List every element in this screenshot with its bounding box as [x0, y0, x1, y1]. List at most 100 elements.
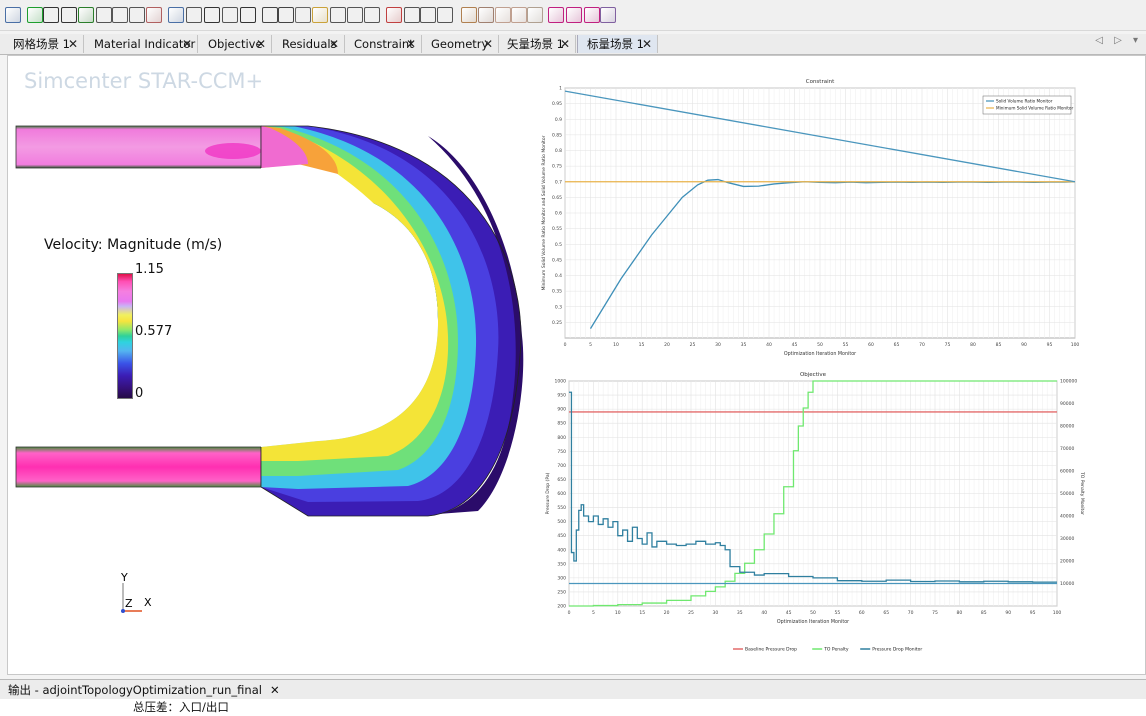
close-icon[interactable]: ✕: [642, 35, 652, 53]
y-tick-label: 0.25: [552, 320, 562, 326]
fit-icon[interactable]: [186, 7, 202, 23]
select-icon[interactable]: [204, 7, 220, 23]
grid-icon[interactable]: [5, 7, 21, 23]
refresh-icon[interactable]: [129, 7, 145, 23]
y-tick-label: 0.7: [555, 179, 562, 185]
legend-label: Solid Volume Ratio Monitor: [996, 99, 1053, 104]
cursor-icon[interactable]: [222, 7, 238, 23]
rewind-icon[interactable]: [495, 7, 511, 23]
run-icon[interactable]: [61, 7, 77, 23]
tab-6[interactable]: 矢量场景 1 ✕: [498, 35, 576, 53]
tab-5[interactable]: Geometry ✕: [422, 35, 499, 53]
x-tick-label: 100: [1071, 342, 1080, 348]
y2-tick-label: 40000: [1060, 514, 1074, 520]
y-tick-label: 1000: [555, 379, 567, 385]
x-tick-label: 90: [1005, 610, 1011, 616]
close-icon[interactable]: ✕: [182, 35, 192, 53]
play-icon[interactable]: [461, 7, 477, 23]
tab-1[interactable]: Material Indicator ✕: [85, 35, 198, 53]
legend-label: Baseline Pressure Drop: [745, 647, 797, 653]
zoom-icon[interactable]: [78, 7, 94, 23]
arrow-left-icon[interactable]: [262, 7, 278, 23]
layer-icon[interactable]: [312, 7, 328, 23]
walk-step-icon[interactable]: [43, 7, 59, 23]
x-tick-label: 25: [690, 342, 696, 348]
tab-3[interactable]: Residuals ✕: [273, 35, 345, 53]
y-tick-label: 800: [557, 435, 566, 441]
u-bend-region: [260, 125, 524, 517]
rotate-icon[interactable]: [295, 7, 311, 23]
triad-y-label: Y: [120, 571, 128, 584]
close-icon[interactable]: ✕: [68, 35, 78, 53]
tab-0[interactable]: 网格场景 1 ✕: [4, 35, 84, 53]
y-tick-label: 0.65: [552, 195, 562, 201]
output-tab[interactable]: 输出 - adjointTopologyOptimization_run_fin…: [2, 680, 286, 700]
export-icon[interactable]: [420, 7, 436, 23]
axis-triad: Y Z X: [120, 571, 152, 613]
stop-icon[interactable]: [146, 7, 162, 23]
scene-b-icon[interactable]: [566, 7, 582, 23]
record-icon[interactable]: [527, 7, 543, 23]
pause-icon[interactable]: [478, 7, 494, 23]
screen-icon[interactable]: [168, 7, 184, 23]
x-tick-label: 80: [957, 610, 963, 616]
y-tick-label: 700: [557, 463, 566, 469]
tab-4[interactable]: Constraint ✕: [345, 35, 422, 53]
y-tick-label: 950: [557, 393, 566, 399]
x-tick-label: 95: [1030, 610, 1036, 616]
close-icon[interactable]: ✕: [256, 35, 266, 53]
scene-a-icon[interactable]: [548, 7, 564, 23]
y-tick-label: 0.3: [555, 304, 562, 310]
close-icon[interactable]: ✕: [329, 35, 339, 53]
link-icon[interactable]: [96, 7, 112, 23]
y-axis-label: Minimum Solid Volume Ratio Monitor and S…: [541, 135, 547, 290]
y-tick-label: 900: [557, 407, 566, 413]
y-tick-label: 0.55: [552, 226, 562, 232]
y-tick-label: 0.95: [552, 101, 562, 107]
flag-run-icon[interactable]: [27, 7, 43, 23]
triad-x-label: X: [144, 596, 152, 609]
y-tick-label: 300: [557, 575, 566, 581]
scalar-scene-view[interactable]: Simcenter STAR-CCM+ Velocity: Magnitude …: [7, 55, 1146, 675]
tab-label: 网格场景 1: [13, 37, 70, 51]
constraint-chart: 0 5 10 15 20 25 30 35 40 45 50 55 60 65 70 75 80 85 90 95 10…: [541, 79, 1080, 357]
marker-icon[interactable]: [437, 7, 453, 23]
arrow-right-icon[interactable]: [278, 7, 294, 23]
y-tick-label: 750: [557, 449, 566, 455]
close-icon[interactable]: ✕: [406, 35, 416, 53]
camera-icon[interactable]: [240, 7, 256, 23]
y-axis-label: Pressure Drop (Pa): [545, 472, 551, 514]
x-tick-label: 40: [766, 342, 772, 348]
close-icon[interactable]: ✕: [270, 683, 280, 697]
y2-tick-label: 60000: [1060, 469, 1074, 475]
x-tick-label: 90: [1021, 342, 1027, 348]
paint-icon[interactable]: [584, 7, 600, 23]
plot2-icon[interactable]: [404, 7, 420, 23]
tab-label: Material Indicator: [94, 37, 196, 51]
shuffle-icon[interactable]: [112, 7, 128, 23]
plot-icon[interactable]: [386, 7, 402, 23]
x-tick-label: 65: [894, 342, 900, 348]
tab-label: 矢量场景 1: [507, 37, 564, 51]
legend-max-label: 1.15: [135, 262, 164, 277]
tab-label: Geometry: [431, 37, 489, 51]
share-icon[interactable]: [600, 7, 616, 23]
close-icon[interactable]: ✕: [483, 35, 493, 53]
y-tick-label: 600: [557, 491, 566, 497]
color-scale-bar: [117, 273, 133, 399]
scene-tab-bar: 网格场景 1 ✕ Material Indicator ✕ Objective ✕ Resi…: [0, 34, 1146, 55]
x-tick-label: 10: [613, 342, 619, 348]
tab-scroll-controls[interactable]: ◁ ▷ ▾: [1095, 35, 1142, 46]
close-icon[interactable]: ✕: [560, 35, 570, 53]
table-icon[interactable]: [330, 7, 346, 23]
grid3-icon[interactable]: [364, 7, 380, 23]
forward-icon[interactable]: [511, 7, 527, 23]
grid2-icon[interactable]: [347, 7, 363, 23]
y-tick-label: 850: [557, 421, 566, 427]
x-tick-label: 0: [568, 610, 571, 616]
tab-2[interactable]: Objective ✕: [199, 35, 272, 53]
x-tick-label: 75: [945, 342, 951, 348]
tab-7[interactable]: 标量场景 1 ✕: [577, 35, 658, 53]
legend-mid-label: 0.577: [135, 324, 173, 339]
y2-tick-label: 70000: [1060, 446, 1074, 452]
